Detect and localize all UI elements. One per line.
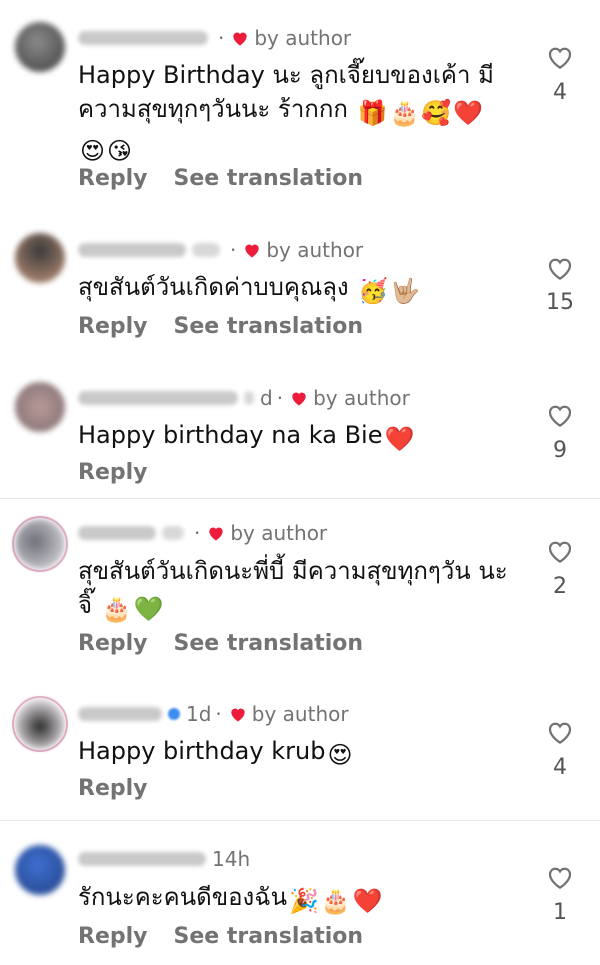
cake-emoji: 🎂 [389, 99, 420, 127]
section-divider [0, 498, 600, 499]
like-count: 9 [553, 438, 567, 463]
comment-text: Happy Birthday นะ ลูกเจี๊ยบของเค้า มี คว… [78, 58, 518, 168]
smiling-hearts-emoji: 🥰 [421, 99, 452, 127]
comment-actions: Reply [78, 460, 148, 485]
section-divider [0, 820, 600, 821]
author-heart-icon [209, 527, 224, 541]
reply-button[interactable]: Reply [78, 776, 148, 801]
comment-text: Happy birthday krub😍 [78, 734, 518, 772]
red-heart-emoji: ❤️ [384, 425, 415, 453]
avatar[interactable] [15, 22, 65, 72]
avatar[interactable] [15, 382, 65, 432]
green-heart-emoji: 💚 [133, 595, 164, 623]
see-translation-button[interactable]: See translation [174, 314, 364, 339]
party-popper-emoji: 🎉 [289, 887, 319, 915]
comment-text: Happy birthday na ka Bie❤️ [78, 418, 518, 456]
by-author-label: by author [251, 702, 349, 726]
comment-text: สุขสันต์วันเกิดค่าบบคุณลุง 🥳🤟🏼 [78, 270, 518, 308]
comment-time: 1d [186, 702, 212, 726]
partying-face-emoji: 🥳 [358, 277, 389, 305]
reply-button[interactable]: Reply [78, 460, 148, 485]
comment-actions: Reply See translation [78, 314, 363, 339]
like-count: 4 [553, 755, 567, 780]
comment-text: รักนะคะคนดีของฉัน🎉🎂❤️ [78, 880, 518, 918]
cake-emoji: 🎂 [101, 595, 132, 623]
comment-actions: Reply [78, 776, 148, 801]
username[interactable] [78, 707, 162, 721]
by-author-label: by author [230, 521, 328, 545]
comment-actions: Reply See translation [78, 631, 363, 656]
by-author-label: by author [254, 26, 352, 50]
like-count: 4 [553, 80, 567, 105]
see-translation-button[interactable]: See translation [174, 924, 364, 949]
comment-time: 14h [212, 847, 251, 871]
like-count: 15 [546, 290, 574, 315]
reply-button[interactable]: Reply [78, 314, 148, 339]
like-count: 1 [553, 900, 567, 925]
cake-emoji: 🎂 [320, 887, 351, 915]
comment-actions: Reply See translation [78, 166, 363, 191]
comment-meta: · by author [78, 24, 351, 52]
kissing-emoji: 😘 [107, 137, 133, 165]
username[interactable] [78, 31, 208, 45]
author-heart-icon [292, 392, 306, 406]
username[interactable] [78, 526, 156, 540]
see-translation-button[interactable]: See translation [174, 631, 364, 656]
avatar[interactable] [15, 233, 65, 283]
comment-time: d [260, 386, 273, 410]
comment-meta: · by author [78, 236, 363, 264]
author-heart-icon [245, 244, 260, 258]
like-heart-icon[interactable] [545, 717, 575, 747]
comment-actions: Reply See translation [78, 924, 363, 949]
avatar[interactable] [15, 519, 65, 569]
like-heart-icon[interactable] [545, 42, 575, 72]
like-heart-icon[interactable] [545, 400, 575, 430]
red-heart-emoji: ❤️ [352, 887, 383, 915]
username[interactable] [78, 391, 238, 405]
heart-eyes-emoji: 😍 [80, 137, 106, 165]
reply-button[interactable]: Reply [78, 924, 148, 949]
like-count: 2 [553, 574, 567, 599]
reply-button[interactable]: Reply [78, 631, 148, 656]
reply-button[interactable]: Reply [78, 166, 148, 191]
like-heart-icon[interactable] [545, 253, 575, 283]
author-heart-icon [233, 32, 248, 46]
see-translation-button[interactable]: See translation [174, 166, 364, 191]
by-author-label: by author [266, 238, 364, 262]
username[interactable] [78, 243, 186, 257]
gift-emoji: 🎁 [357, 99, 388, 127]
comment-meta: · by author [78, 519, 327, 547]
author-heart-icon [231, 708, 245, 722]
comment-meta: d · by author [78, 384, 410, 412]
comment-meta: 1d · by author [78, 700, 349, 728]
avatar[interactable] [15, 699, 65, 749]
avatar[interactable] [15, 845, 65, 895]
comment-text: สุขสันต์วันเกิดนะพี่บี้ มีความสุขทุกๆวัน… [78, 554, 518, 626]
like-heart-icon[interactable] [545, 536, 575, 566]
red-heart-emoji: ❤️ [453, 99, 484, 127]
love-you-gesture-emoji: 🤟🏼 [390, 277, 421, 305]
by-author-label: by author [313, 386, 410, 410]
like-heart-icon[interactable] [545, 862, 575, 892]
heart-eyes-emoji: 😍 [327, 741, 353, 769]
verified-badge-icon [168, 708, 180, 720]
username[interactable] [78, 852, 206, 866]
comment-meta: 14h [78, 845, 250, 873]
